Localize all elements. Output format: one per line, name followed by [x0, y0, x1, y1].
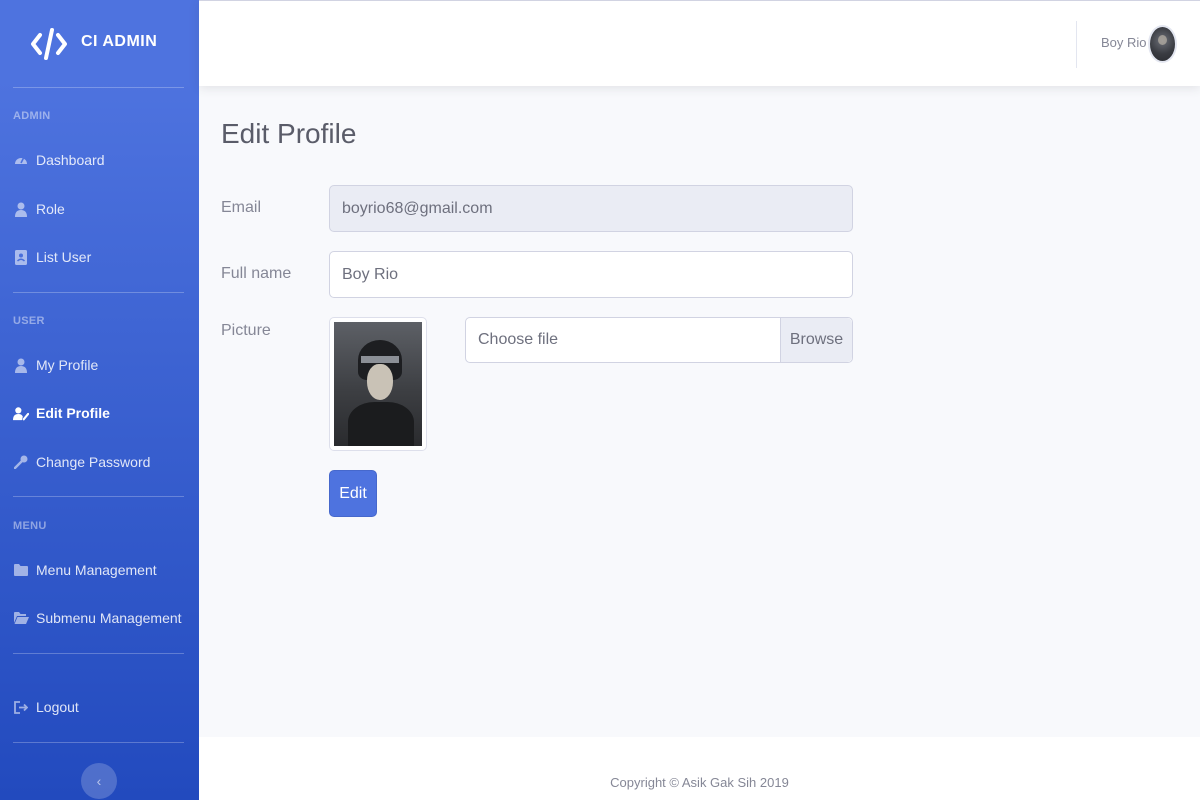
- profile-picture: [334, 322, 422, 446]
- folder-icon: [13, 562, 29, 578]
- sidebar-divider: [13, 292, 184, 293]
- brand[interactable]: CI ADMIN: [0, 0, 199, 88]
- brand-name: CI ADMIN: [81, 33, 158, 50]
- edit-submit-button[interactable]: Edit: [329, 470, 377, 517]
- sidebar-divider: [13, 496, 184, 497]
- sidebar-item-change-password[interactable]: Change Password: [0, 442, 199, 482]
- sidebar-divider: [13, 742, 184, 743]
- thumb-cloak: [348, 402, 414, 446]
- folder-open-icon: [13, 610, 29, 626]
- sidebar-item-label: My Profile: [36, 357, 99, 373]
- sidebar-heading-user: USER: [13, 315, 45, 327]
- chevron-left-icon: ‹: [96, 773, 102, 789]
- sidebar-item-edit-profile[interactable]: Edit Profile: [0, 393, 199, 433]
- sidebar-item-label: Role: [36, 201, 65, 217]
- thumb-headband: [361, 356, 399, 363]
- code-brackets-icon: [31, 28, 67, 60]
- email-field[interactable]: boyrio68@gmail.com: [329, 185, 853, 232]
- user-icon: [13, 357, 29, 373]
- copyright-text: Copyright © Asik Gak Sih 2019: [610, 775, 789, 790]
- fullname-label: Full name: [221, 265, 292, 282]
- sidebar-item-label: Submenu Management: [36, 610, 182, 626]
- sidebar-item-label: List User: [36, 249, 92, 265]
- profile-picture-thumbnail: [329, 317, 427, 451]
- sidebar-item-label: Edit Profile: [36, 405, 110, 421]
- sidebar-item-dashboard[interactable]: Dashboard: [0, 140, 199, 180]
- sign-out-icon: [13, 699, 29, 715]
- file-placeholder[interactable]: Choose file: [466, 318, 780, 362]
- page-title: Edit Profile: [221, 118, 357, 149]
- user-tie-icon: [13, 201, 29, 217]
- sidebar-item-logout[interactable]: Logout: [0, 687, 199, 727]
- browse-button[interactable]: Browse: [780, 318, 852, 362]
- picture-file-input[interactable]: Choose file Browse: [465, 317, 853, 363]
- sidebar-item-role[interactable]: Role: [0, 189, 199, 229]
- sidebar-heading-admin: ADMIN: [13, 110, 51, 122]
- sidebar-item-my-profile[interactable]: My Profile: [0, 345, 199, 385]
- topbar: Boy Rio: [199, 0, 1200, 86]
- thumb-face: [367, 364, 393, 400]
- sidebar-toggle-button[interactable]: ‹: [81, 763, 117, 799]
- picture-label: Picture: [221, 322, 271, 339]
- sidebar-divider: [13, 87, 184, 88]
- sidebar-item-menu-management[interactable]: Menu Management: [0, 550, 199, 590]
- sidebar-heading-menu: MENU: [13, 520, 47, 532]
- sidebar-item-label: Menu Management: [36, 562, 157, 578]
- tachometer-icon: [13, 152, 29, 168]
- fullname-field[interactable]: Boy Rio: [329, 251, 853, 298]
- user-edit-icon: [13, 405, 29, 421]
- sidebar-divider: [13, 653, 184, 654]
- address-book-icon: [13, 249, 29, 265]
- sidebar-item-label: Logout: [36, 699, 79, 715]
- user-name[interactable]: Boy Rio: [1101, 35, 1147, 50]
- key-icon: [13, 454, 29, 470]
- avatar[interactable]: [1148, 25, 1177, 63]
- sidebar: CI ADMIN ADMIN Dashboard Role List User …: [0, 0, 199, 800]
- sidebar-item-label: Change Password: [36, 454, 151, 470]
- sidebar-item-label: Dashboard: [36, 152, 105, 168]
- topbar-divider: [1076, 21, 1077, 68]
- sidebar-item-list-user[interactable]: List User: [0, 237, 199, 277]
- sidebar-item-submenu-management[interactable]: Submenu Management: [0, 598, 199, 638]
- footer: Copyright © Asik Gak Sih 2019: [199, 737, 1200, 800]
- email-label: Email: [221, 199, 262, 216]
